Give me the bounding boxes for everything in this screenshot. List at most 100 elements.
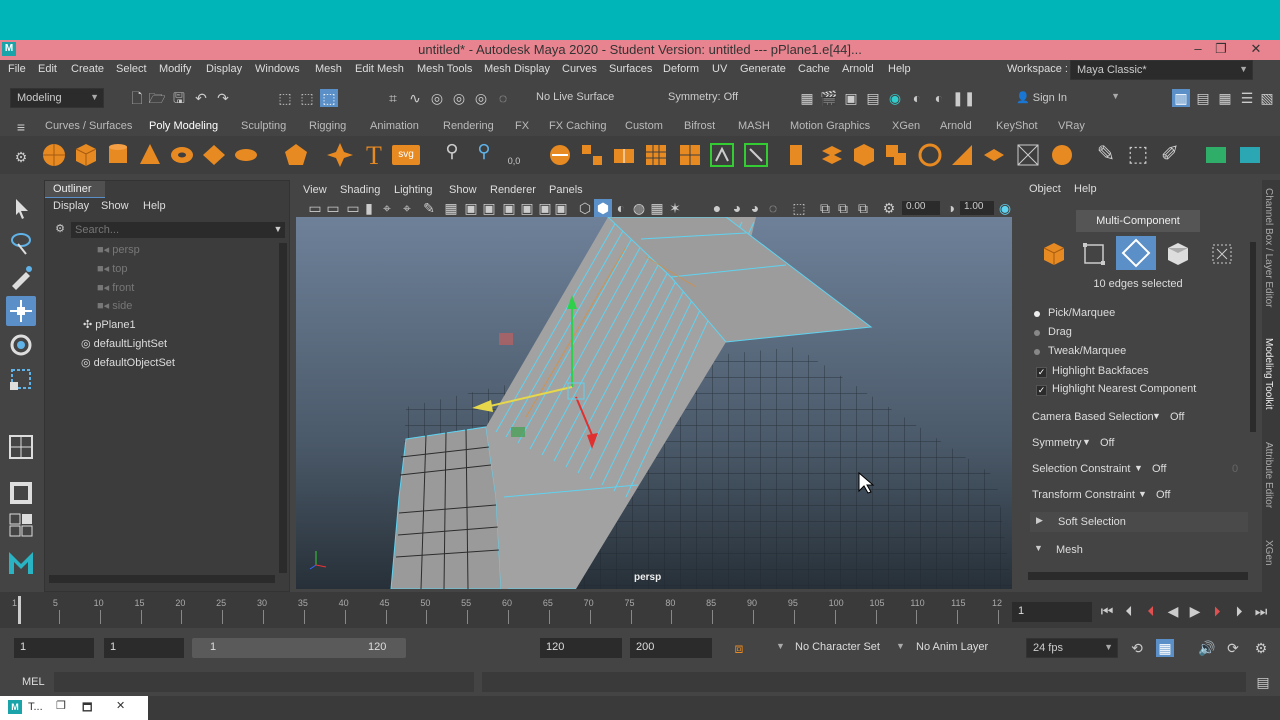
menu-uv[interactable]: UV (712, 63, 727, 75)
drag-radio[interactable] (1034, 330, 1040, 336)
exposure-icon[interactable]: ⚙ (880, 199, 898, 217)
four-pane-layout-icon[interactable] (6, 478, 36, 508)
poly-torus-icon[interactable] (168, 141, 196, 169)
save-scene-icon[interactable]: 🖫 (170, 89, 188, 107)
color-management-icon[interactable]: ◉ (996, 199, 1014, 217)
loop-icon[interactable]: ⟲ (1128, 639, 1146, 657)
shelf-tab-arnold[interactable]: Arnold (940, 120, 972, 132)
mel-label[interactable]: MEL (22, 676, 45, 688)
mel-input[interactable] (54, 672, 474, 692)
scene-end-field[interactable]: 200 (630, 638, 712, 658)
select-hierarchy-icon[interactable]: ⬚ (276, 89, 294, 107)
outliner-menu-help[interactable]: Help (143, 200, 166, 212)
shelf-menu-icon[interactable]: ≡ (12, 118, 30, 136)
textured-icon[interactable]: ◍ (630, 199, 648, 217)
field-chart-icon[interactable]: ▣ (518, 199, 536, 217)
anim-layer-value[interactable]: No Anim Layer (916, 641, 988, 653)
paint-select-icon[interactable] (6, 262, 36, 292)
edge-mode-button[interactable] (1116, 236, 1156, 270)
svg-tool-icon[interactable]: svg (392, 145, 420, 165)
render-current-icon[interactable]: 🎬 (820, 89, 838, 107)
menu-generate[interactable]: Generate (740, 63, 786, 75)
poly-cylinder-icon[interactable] (104, 141, 132, 169)
menu-mesh-display[interactable]: Mesh Display (484, 63, 550, 75)
collapse-icon[interactable] (948, 141, 976, 169)
camera-lock-icon[interactable]: ▭ (324, 199, 342, 217)
multi-component-button[interactable]: Multi-Component (1076, 210, 1200, 232)
mesh-section-header[interactable]: ▼ Mesh (1030, 540, 1248, 560)
scale-tool-icon[interactable] (6, 364, 36, 394)
snap-vertex-icon[interactable]: ◌ (494, 89, 512, 107)
channel-box-tab[interactable]: Channel Box / Layer Editor (1263, 188, 1274, 308)
outliner-menu-show[interactable]: Show (101, 200, 129, 212)
menu-select[interactable]: Select (116, 63, 147, 75)
snap-view-icon[interactable]: ◎ (450, 89, 468, 107)
render-history-icon[interactable]: ▦ (798, 89, 816, 107)
bevel-icon[interactable] (610, 141, 638, 169)
workspace-dropdown[interactable]: Maya Classic* ▼ (1070, 60, 1253, 80)
undo-icon[interactable]: ↶ (192, 89, 210, 107)
vp-menu-shading[interactable]: Shading (340, 184, 380, 196)
lights-icon[interactable]: ▦ (648, 199, 666, 217)
object-mode-icon[interactable] (1040, 240, 1068, 268)
poly-disc-icon[interactable] (232, 141, 260, 169)
highlight-backfaces-checkbox[interactable]: ✓ (1036, 367, 1047, 378)
menu-curves[interactable]: Curves (562, 63, 597, 75)
auto-key-icon[interactable]: ⧈ (730, 639, 748, 657)
target-weld-icon[interactable] (742, 141, 770, 169)
lasso-tool-icon[interactable] (6, 228, 36, 258)
shelf-tab-custom[interactable]: Custom (625, 120, 663, 132)
outliner-hscroll[interactable] (49, 575, 275, 583)
shelf-tab-motion-graphics[interactable]: Motion Graphics (790, 120, 870, 132)
step-forward-frame-icon[interactable]: ⏵ (1230, 602, 1248, 620)
menu-create[interactable]: Create (71, 63, 104, 75)
combine-icon[interactable]: ⚲ (438, 141, 466, 169)
vertex-mode-icon[interactable] (1080, 240, 1108, 268)
wireframe-icon[interactable]: ⬡ (576, 199, 594, 217)
playback-start-field[interactable]: 1 (104, 638, 184, 658)
camera-select-icon[interactable]: ▭ (306, 199, 324, 217)
grease-pencil-icon[interactable]: ✎ (420, 199, 438, 217)
playback-settings-icon[interactable]: ⚙ (1252, 639, 1270, 657)
mtk-hscroll[interactable] (1028, 572, 1248, 580)
menu-mesh-tools[interactable]: Mesh Tools (417, 63, 472, 75)
vp-menu-panels[interactable]: Panels (549, 184, 583, 196)
open-scene-icon[interactable]: 🗁 (148, 89, 166, 107)
outliner-item-top[interactable]: ■◂ top (97, 262, 128, 275)
camera-based-selection-value[interactable]: Off (1170, 411, 1184, 423)
range-slider[interactable]: 1 120 (192, 638, 406, 658)
live-surface-field[interactable]: No Live Surface (530, 88, 634, 108)
single-pane-layout-icon[interactable] (6, 432, 36, 462)
play-backwards-icon[interactable]: ◀ (1164, 602, 1182, 620)
circularize-icon[interactable] (916, 141, 944, 169)
render-settings-icon[interactable]: ▤ (864, 89, 882, 107)
paint-icon[interactable]: ✎ (1092, 141, 1120, 169)
modeling-toolkit-tab[interactable]: Modeling Toolkit (1263, 338, 1274, 410)
outliner-item-persp[interactable]: ■◂ persp (97, 243, 140, 256)
image-plane-icon[interactable]: ⌖ (378, 199, 396, 217)
minimize-button[interactable]: – (1188, 41, 1208, 56)
time-slider[interactable]: 1 5 10 15 20 25 30 35 40 45 50 55 60 65 70 75 80 85 90 95 10… (0, 592, 1280, 628)
outliner-item-pplane1[interactable]: ✣ pPlane1 (83, 318, 136, 331)
xray-icon[interactable]: ⧉ (816, 199, 834, 217)
manipulator-plane-xy[interactable] (499, 333, 513, 345)
shelf-tab-bifrost[interactable]: Bifrost (684, 120, 715, 132)
outliner-item-lightset[interactable]: ◎ defaultLightSet (81, 337, 167, 350)
character-set-value[interactable]: No Character Set (795, 641, 880, 653)
bool-icon[interactable] (642, 141, 670, 169)
xray-components-icon[interactable]: ⧉ (854, 199, 872, 217)
platonic-solid-icon[interactable] (282, 141, 310, 169)
snap-surface-icon[interactable]: ◎ (472, 89, 490, 107)
menu-file[interactable]: File (8, 63, 26, 75)
uv-mode-icon[interactable] (1208, 240, 1236, 268)
shelf-tab-vray[interactable]: VRay (1058, 120, 1085, 132)
wedge-icon[interactable] (882, 141, 910, 169)
poly-type-icon[interactable]: T (360, 141, 388, 170)
step-forward-key-icon[interactable]: ⏵ (1208, 602, 1226, 620)
outliner-tab[interactable]: Outliner (45, 181, 105, 198)
toggle-channel-box-icon[interactable]: ▥ (1172, 89, 1190, 107)
depth-of-field-icon[interactable]: ◌ (764, 199, 782, 217)
menu-surfaces[interactable]: Surfaces (609, 63, 652, 75)
toggle-attribute-icon[interactable]: ▤ (1194, 89, 1212, 107)
film-gate-toggle-icon[interactable]: ▣ (462, 199, 480, 217)
